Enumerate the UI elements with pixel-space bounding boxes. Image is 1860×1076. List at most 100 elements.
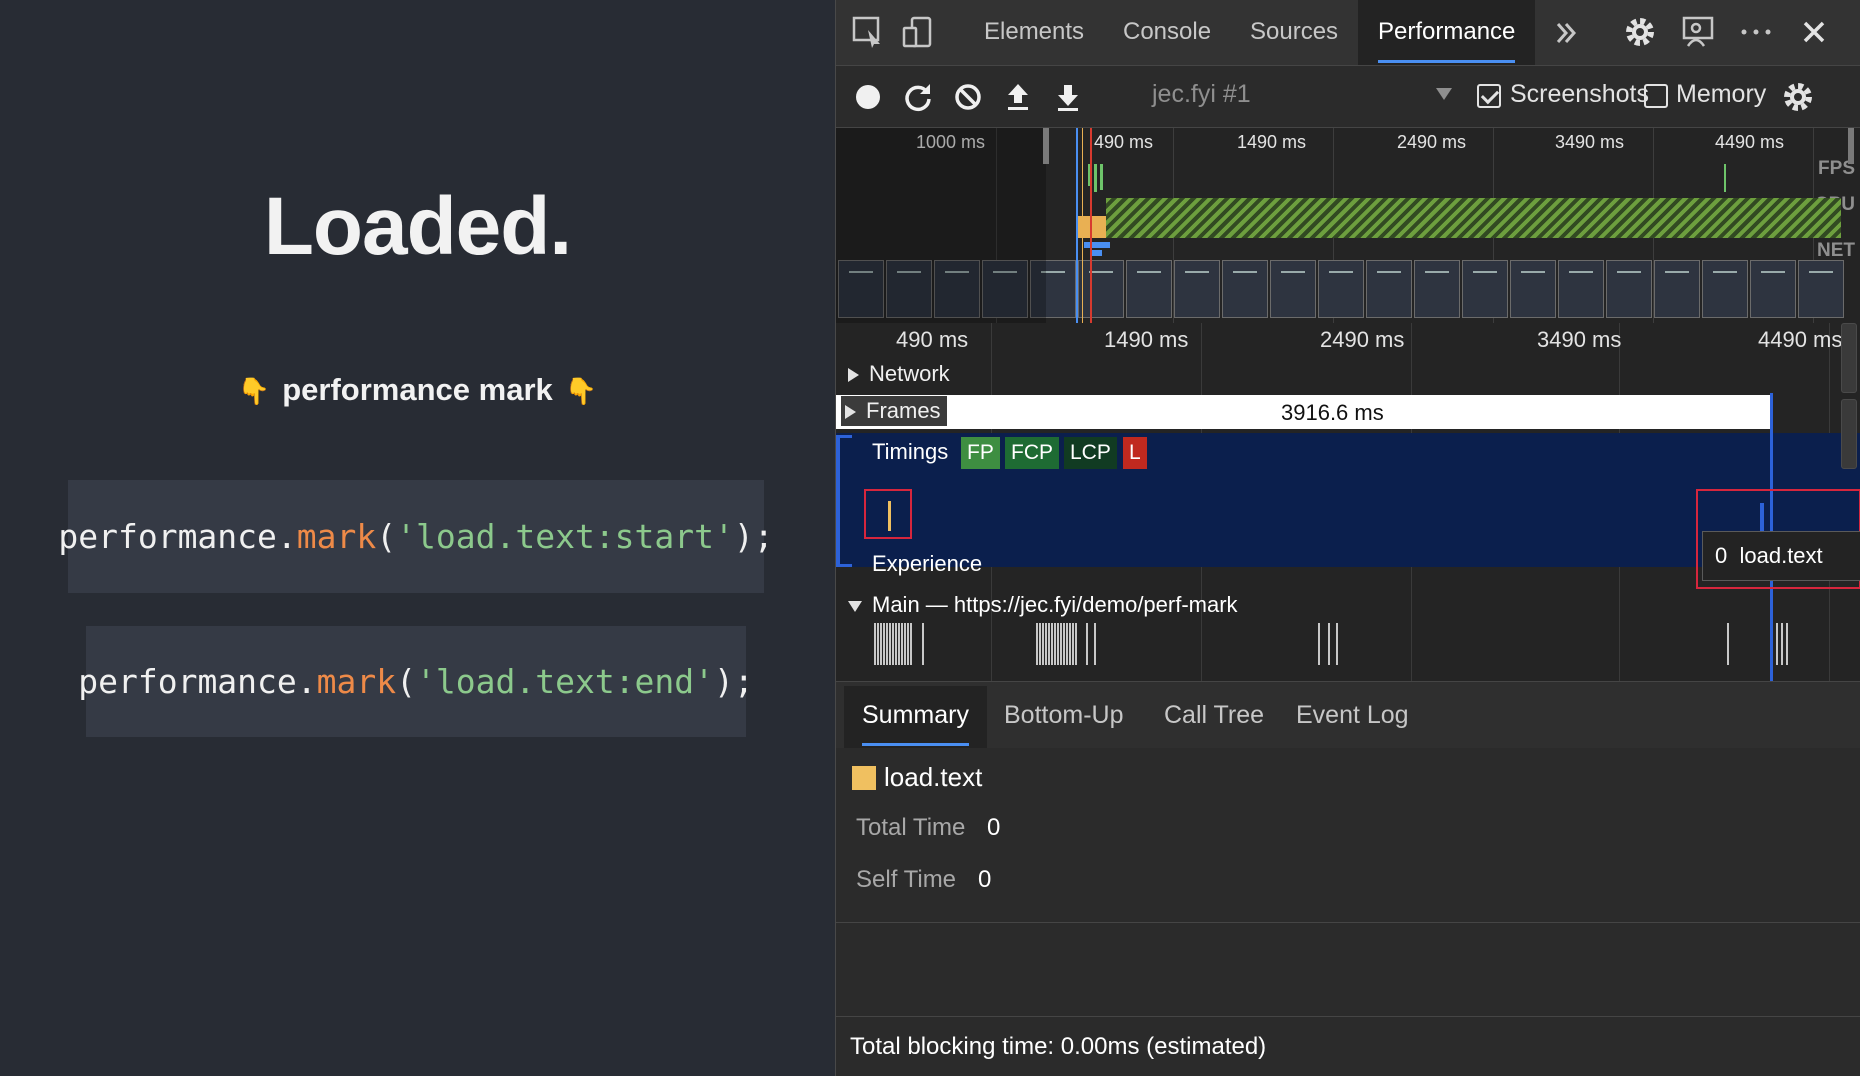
flame-scrollbar[interactable] — [1841, 323, 1857, 393]
main-thread-task[interactable] — [922, 623, 924, 665]
profile-select[interactable]: jec.fyi #1 — [1152, 80, 1251, 109]
more-tabs-icon[interactable] — [1552, 18, 1588, 54]
download-icon[interactable] — [1050, 79, 1086, 115]
timing-marker-l[interactable]: L — [1123, 437, 1147, 469]
main-thread-task[interactable] — [892, 623, 894, 665]
main-thread-task[interactable] — [1727, 623, 1729, 665]
screenshot-thumbnail[interactable] — [1702, 260, 1748, 318]
main-thread-task[interactable] — [1094, 623, 1096, 665]
tab-call-tree[interactable]: Call Tree — [1164, 686, 1264, 748]
main-thread-task[interactable] — [1328, 623, 1330, 665]
screenshot-thumbnail[interactable] — [1462, 260, 1508, 318]
screenshot-thumbnail[interactable] — [1606, 260, 1652, 318]
screenshot-thumbnail[interactable] — [1078, 260, 1124, 318]
upload-icon[interactable] — [1000, 79, 1036, 115]
total-time-value: 0 — [987, 814, 1001, 841]
fps-bar — [1094, 164, 1097, 192]
main-thread-task[interactable] — [1069, 623, 1071, 665]
screenshot-thumbnail[interactable] — [1126, 260, 1172, 318]
main-thread-task[interactable] — [907, 623, 909, 665]
chevron-down-icon[interactable] — [1436, 88, 1452, 100]
capture-settings-gear-icon[interactable] — [1780, 79, 1816, 115]
screenshot-thumbnail[interactable] — [1174, 260, 1220, 318]
tab-sources[interactable]: Sources — [1250, 0, 1338, 65]
screenshot-thumbnail[interactable] — [1798, 260, 1844, 318]
main-thread-task[interactable] — [1039, 623, 1041, 665]
timing-marker-fp[interactable]: FP — [961, 437, 1000, 469]
main-thread-task[interactable] — [1336, 623, 1338, 665]
expand-arrow-icon[interactable] — [848, 368, 859, 383]
main-thread-task[interactable] — [880, 623, 882, 665]
main-thread-task[interactable] — [889, 623, 891, 665]
main-thread-task[interactable] — [1066, 623, 1068, 665]
main-thread-task[interactable] — [1036, 623, 1038, 665]
tab-elements[interactable]: Elements — [984, 0, 1084, 65]
screenshot-thumbnail[interactable] — [1270, 260, 1316, 318]
memory-label[interactable]: Memory — [1676, 80, 1768, 109]
more-options-icon[interactable] — [1738, 14, 1774, 50]
main-thread-task[interactable] — [1781, 623, 1783, 665]
main-thread-task[interactable] — [1063, 623, 1065, 665]
main-thread-task[interactable] — [1048, 623, 1050, 665]
main-thread-task[interactable] — [1072, 623, 1074, 665]
main-thread-task[interactable] — [1057, 623, 1059, 665]
flame-tick: 490 ms — [896, 327, 969, 352]
network-track[interactable]: Network — [848, 361, 950, 387]
user-timing-mark[interactable] — [888, 501, 891, 531]
selection-handle-right[interactable] — [1848, 128, 1854, 164]
main-thread-task[interactable] — [886, 623, 888, 665]
screenshot-thumbnail[interactable] — [1414, 260, 1460, 318]
main-thread-task[interactable] — [1786, 623, 1788, 665]
main-thread-task[interactable] — [883, 623, 885, 665]
main-thread-task[interactable] — [1045, 623, 1047, 665]
reload-icon[interactable] — [900, 79, 936, 115]
screenshot-thumbnail[interactable] — [1750, 260, 1796, 318]
screenshots-checkbox[interactable] — [1477, 84, 1501, 108]
main-thread-task[interactable] — [1051, 623, 1053, 665]
device-toolbar-icon[interactable] — [900, 14, 936, 50]
timeline-overview[interactable]: 1000 ms 490 ms 1490 ms 2490 ms 3490 ms 4… — [836, 128, 1860, 323]
main-thread-task[interactable] — [1060, 623, 1062, 665]
tab-console[interactable]: Console — [1123, 0, 1211, 65]
main-thread-task[interactable] — [1086, 623, 1088, 665]
screenshot-thumbnail[interactable] — [1366, 260, 1412, 318]
collapse-arrow-icon[interactable] — [848, 600, 862, 612]
feedback-icon[interactable] — [1680, 14, 1716, 50]
main-thread-task[interactable] — [904, 623, 906, 665]
clear-icon[interactable] — [950, 79, 986, 115]
memory-checkbox[interactable] — [1644, 84, 1668, 108]
selection-handle-left[interactable] — [1043, 128, 1049, 164]
main-thread-task[interactable] — [910, 623, 912, 665]
main-thread-task[interactable] — [1075, 623, 1077, 665]
main-thread-task[interactable] — [901, 623, 903, 665]
flame-scrollbar-thumb[interactable] — [1841, 399, 1857, 469]
screenshot-thumbnail[interactable] — [1222, 260, 1268, 318]
screenshot-thumbnail[interactable] — [1558, 260, 1604, 318]
expand-arrow-icon[interactable] — [845, 405, 856, 420]
tab-bottom-up[interactable]: Bottom-Up — [1004, 686, 1123, 748]
main-thread-task[interactable] — [1042, 623, 1044, 665]
main-thread-task[interactable] — [874, 623, 876, 665]
close-icon[interactable] — [1796, 14, 1832, 50]
screenshots-label[interactable]: Screenshots — [1510, 80, 1649, 109]
timing-marker-fcp[interactable]: FCP — [1005, 437, 1059, 469]
record-icon[interactable] — [850, 79, 886, 115]
screenshot-thumbnail[interactable] — [1318, 260, 1364, 318]
tab-performance[interactable]: Performance — [1358, 0, 1536, 65]
tab-event-log[interactable]: Event Log — [1296, 686, 1409, 748]
inspect-element-icon[interactable] — [850, 14, 886, 50]
main-thread-task[interactable] — [877, 623, 879, 665]
main-thread-track[interactable]: Main — https://jec.fyi/demo/perf-mark — [848, 592, 1238, 618]
settings-gear-icon[interactable] — [1622, 14, 1658, 50]
main-thread-task[interactable] — [898, 623, 900, 665]
timing-marker-lcp[interactable]: LCP — [1064, 437, 1117, 469]
frames-track-label[interactable]: Frames — [841, 396, 947, 426]
main-thread-task[interactable] — [895, 623, 897, 665]
main-thread-task[interactable] — [1776, 623, 1778, 665]
main-thread-task[interactable] — [1318, 623, 1320, 665]
screenshot-thumbnail[interactable] — [1654, 260, 1700, 318]
flame-chart[interactable]: 490 ms 1490 ms 2490 ms 3490 ms 4490 ms N… — [836, 323, 1860, 681]
screenshot-thumbnail[interactable] — [1510, 260, 1556, 318]
tab-summary[interactable]: Summary — [844, 686, 987, 748]
main-thread-task[interactable] — [1054, 623, 1056, 665]
